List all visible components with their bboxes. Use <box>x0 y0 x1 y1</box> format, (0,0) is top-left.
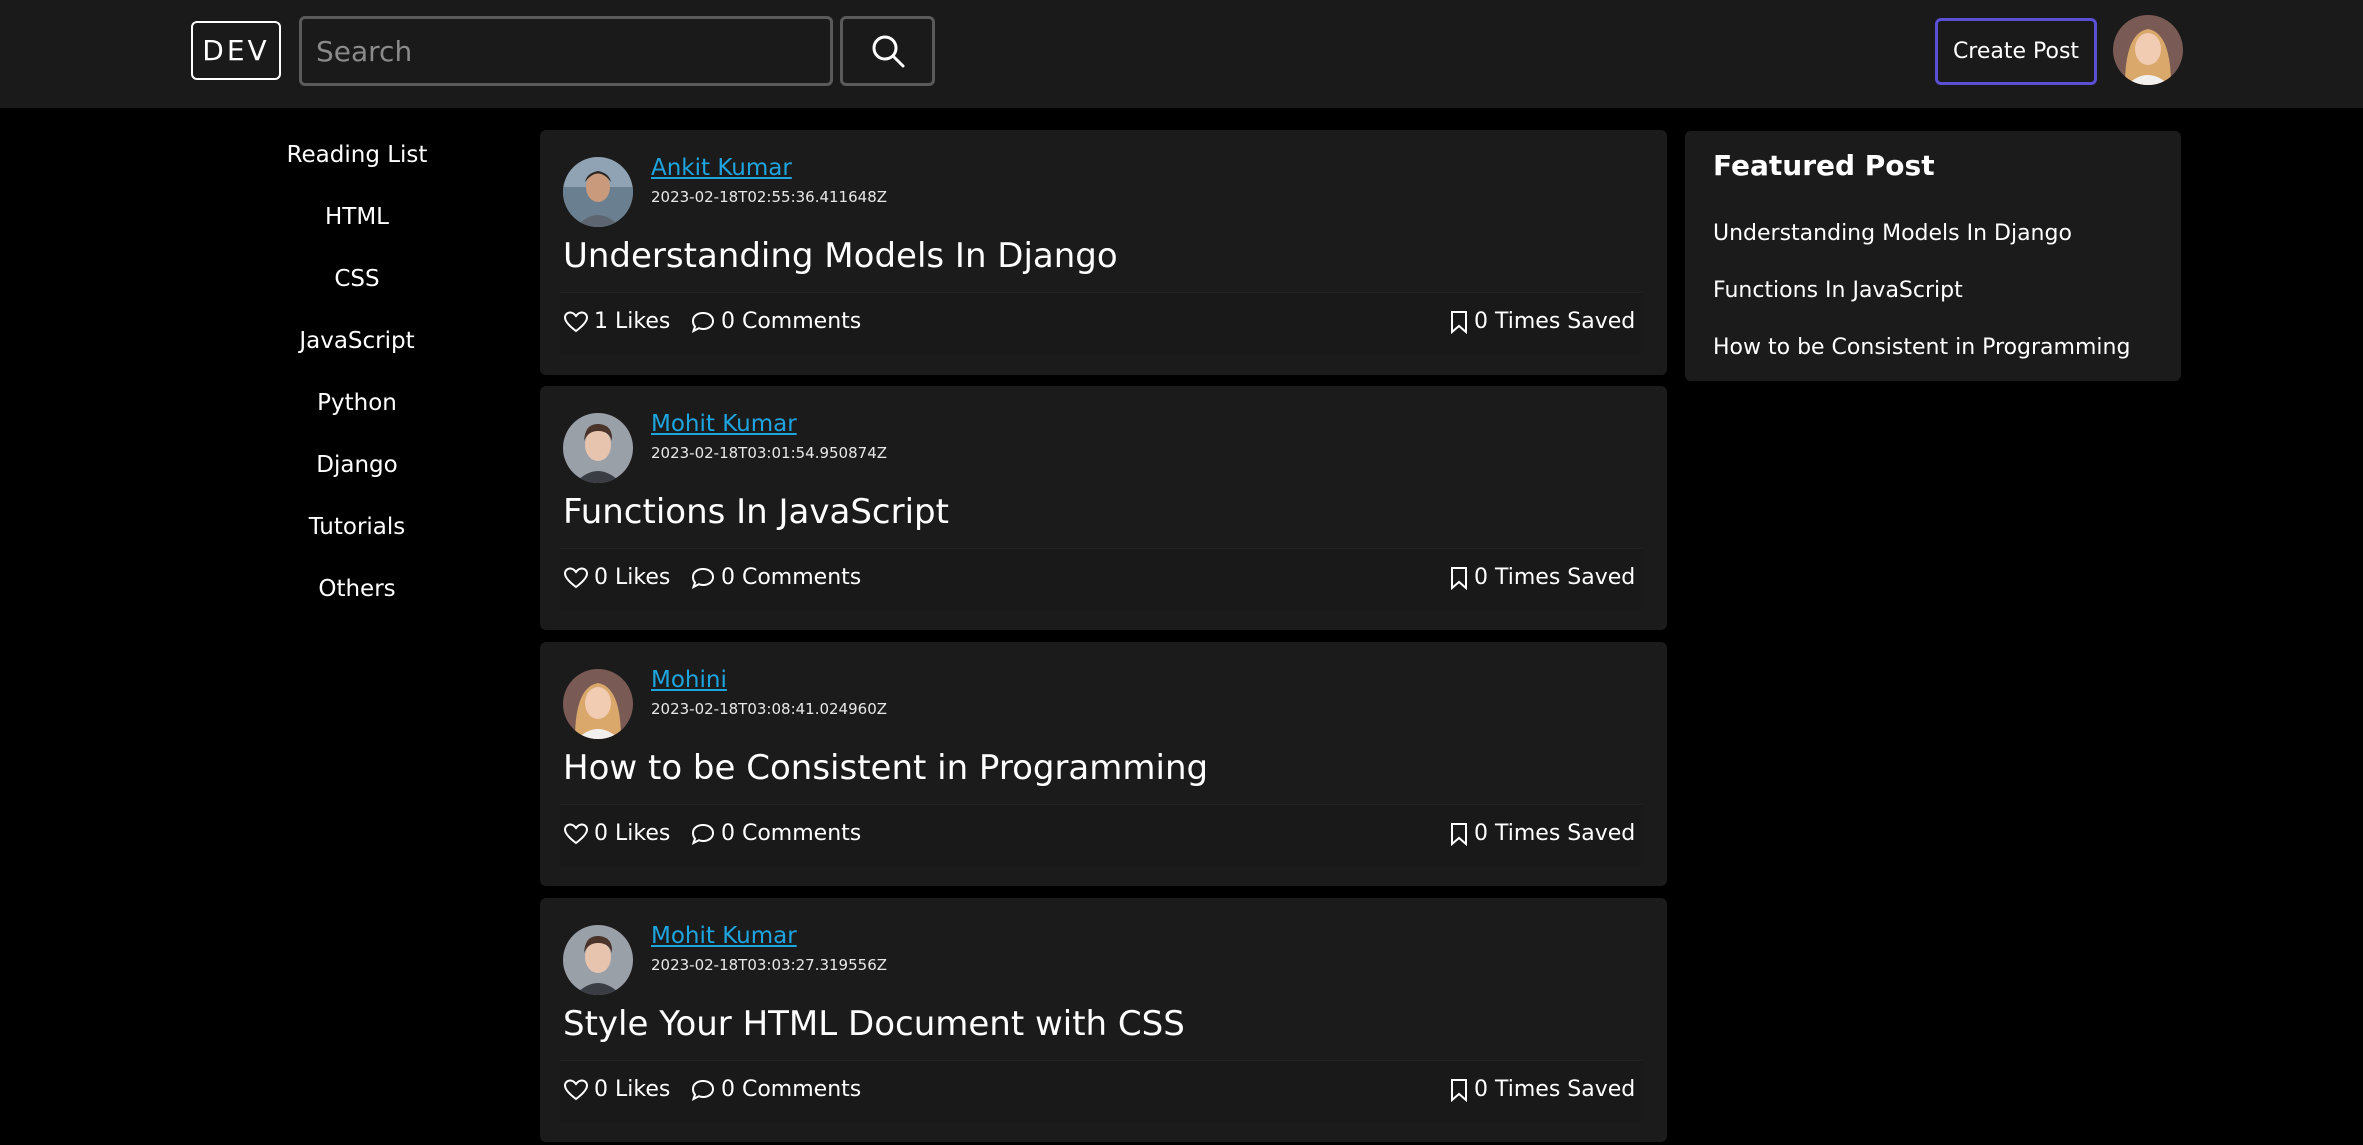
bookmark-icon <box>1451 310 1467 334</box>
dev-logo[interactable]: DEV <box>191 21 281 80</box>
comments-stat[interactable]: 0 Comments <box>691 1077 861 1102</box>
likes-stat[interactable]: 0 Likes <box>564 821 670 846</box>
post-timestamp: 2023-02-18T03:08:41.024960Z <box>651 700 888 718</box>
heart-icon <box>564 822 588 844</box>
post-timestamp: 2023-02-18T03:03:27.319556Z <box>651 956 888 974</box>
user-avatar[interactable] <box>2113 15 2183 85</box>
post-title[interactable]: Understanding Models In Django <box>563 236 1118 276</box>
saved-stat[interactable]: 0 Times Saved <box>1450 309 1635 334</box>
post-stats: 0 Likes 0 Comments 0 Times Saved <box>560 548 1643 609</box>
comments-count: 0 Comments <box>721 565 862 590</box>
search-icon <box>872 35 904 68</box>
post-stats: 0 Likes 0 Comments 0 Times Saved <box>560 1060 1643 1121</box>
comments-stat[interactable]: 0 Comments <box>691 565 861 590</box>
saved-count: 0 Times Saved <box>1474 309 1636 334</box>
saved-stat[interactable]: 0 Times Saved <box>1450 821 1635 846</box>
comments-stat[interactable]: 0 Comments <box>691 309 861 334</box>
post-card[interactable]: Mohit Kumar 2023-02-18T03:01:54.950874Z … <box>540 386 1667 630</box>
saved-count: 0 Times Saved <box>1474 821 1636 846</box>
comment-icon <box>691 1079 715 1101</box>
comments-count: 0 Comments <box>721 1077 862 1102</box>
heart-icon <box>564 310 588 332</box>
sidebar-item-reading-list[interactable]: Reading List <box>230 142 484 168</box>
featured-item[interactable]: How to be Consistent in Programming <box>1713 335 2130 360</box>
comments-count: 0 Comments <box>721 309 862 334</box>
likes-count: 1 Likes <box>594 309 671 334</box>
sidebar-item-python[interactable]: Python <box>230 390 484 416</box>
featured-item[interactable]: Functions In JavaScript <box>1713 278 1963 303</box>
heart-icon <box>564 1078 588 1100</box>
comment-icon <box>691 567 715 589</box>
saved-count: 0 Times Saved <box>1474 1077 1636 1102</box>
featured-title: Featured Post <box>1713 149 1935 182</box>
likes-stat[interactable]: 1 Likes <box>564 309 670 334</box>
author-link[interactable]: Mohit Kumar <box>651 923 797 949</box>
author-avatar[interactable] <box>563 413 633 483</box>
saved-stat[interactable]: 0 Times Saved <box>1450 565 1635 590</box>
author-link[interactable]: Mohit Kumar <box>651 411 797 437</box>
post-title[interactable]: Functions In JavaScript <box>563 492 949 532</box>
author-avatar[interactable] <box>563 925 633 995</box>
search-input[interactable] <box>299 16 833 86</box>
likes-count: 0 Likes <box>594 821 671 846</box>
likes-count: 0 Likes <box>594 1077 671 1102</box>
likes-count: 0 Likes <box>594 565 671 590</box>
comment-icon <box>691 311 715 333</box>
bookmark-icon <box>1451 1078 1467 1102</box>
post-card[interactable]: Ankit Kumar 2023-02-18T02:55:36.411648Z … <box>540 130 1667 375</box>
sidebar-item-others[interactable]: Others <box>230 576 484 602</box>
post-timestamp: 2023-02-18T03:01:54.950874Z <box>651 444 888 462</box>
post-stats: 0 Likes 0 Comments 0 Times Saved <box>560 804 1643 865</box>
author-avatar[interactable] <box>563 669 633 739</box>
likes-stat[interactable]: 0 Likes <box>564 1077 670 1102</box>
saved-count: 0 Times Saved <box>1474 565 1636 590</box>
create-post-button[interactable]: Create Post <box>1935 18 2097 85</box>
top-navbar: DEV Create Post <box>0 0 2363 108</box>
author-avatar[interactable] <box>563 157 633 227</box>
featured-item[interactable]: Understanding Models In Django <box>1713 221 2072 246</box>
heart-icon <box>564 566 588 588</box>
sidebar-item-html[interactable]: HTML <box>230 204 484 230</box>
comments-count: 0 Comments <box>721 821 862 846</box>
sidebar-item-javascript[interactable]: JavaScript <box>230 328 484 354</box>
bookmark-icon <box>1451 566 1467 590</box>
sidebar-item-django[interactable]: Django <box>230 452 484 478</box>
post-card[interactable]: Mohit Kumar 2023-02-18T03:03:27.319556Z … <box>540 898 1667 1142</box>
author-link[interactable]: Ankit Kumar <box>651 155 792 181</box>
comments-stat[interactable]: 0 Comments <box>691 821 861 846</box>
post-title[interactable]: Style Your HTML Document with CSS <box>563 1004 1185 1044</box>
saved-stat[interactable]: 0 Times Saved <box>1450 1077 1635 1102</box>
post-card[interactable]: Mohini 2023-02-18T03:08:41.024960Z How t… <box>540 642 1667 886</box>
comment-icon <box>691 823 715 845</box>
post-timestamp: 2023-02-18T02:55:36.411648Z <box>651 188 888 206</box>
search-button[interactable] <box>840 16 935 86</box>
likes-stat[interactable]: 0 Likes <box>564 565 670 590</box>
post-title[interactable]: How to be Consistent in Programming <box>563 748 1208 788</box>
bookmark-icon <box>1451 822 1467 846</box>
featured-posts-panel: Featured Post Understanding Models In Dj… <box>1685 131 2181 381</box>
author-link[interactable]: Mohini <box>651 667 727 693</box>
post-stats: 1 Likes 0 Comments 0 Times Saved <box>560 292 1643 353</box>
sidebar-item-css[interactable]: CSS <box>230 266 484 292</box>
sidebar-item-tutorials[interactable]: Tutorials <box>230 514 484 540</box>
